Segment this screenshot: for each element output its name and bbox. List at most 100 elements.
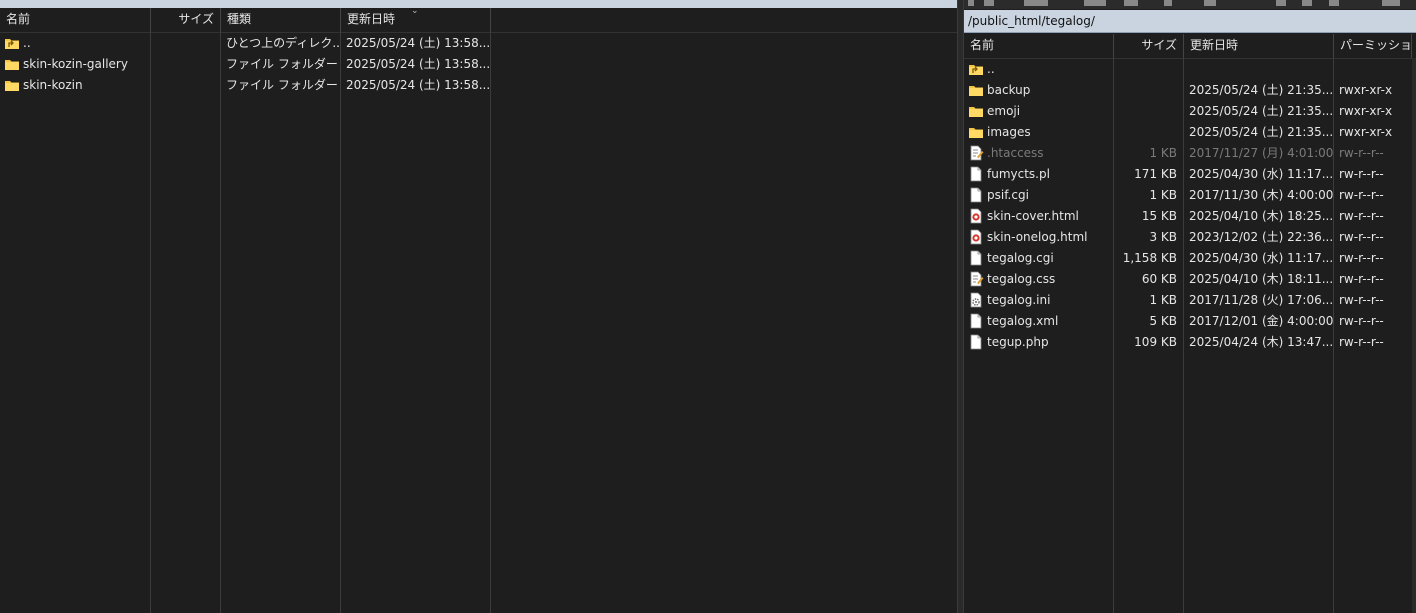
- right-col-modified[interactable]: 更新日時: [1184, 34, 1334, 58]
- right-cell-modified: [1183, 59, 1333, 80]
- right-col-size[interactable]: サイズ: [1114, 34, 1184, 58]
- right-cell-modified: 2025/05/24 (土) 21:35...: [1183, 80, 1333, 101]
- right-size-text: 1,158 KB: [1122, 251, 1177, 265]
- right-name-text: .htaccess: [987, 146, 1044, 160]
- right-cell-size: 1,158 KB: [1113, 248, 1183, 269]
- right-modified-text: 2023/12/02 (土) 22:36...: [1189, 230, 1333, 244]
- left-modified-text: 2025/05/24 (土) 13:58...: [346, 36, 490, 50]
- right-name-text: tegalog.xml: [987, 314, 1059, 328]
- right-cell-name: tegalog.ini: [964, 290, 1113, 311]
- right-cell-name: .htaccess: [964, 143, 1113, 164]
- right-cell-perm: rwxr-xr-x: [1333, 101, 1412, 122]
- right-scrollbar[interactable]: [1412, 58, 1416, 613]
- right-cell-size: 3 KB: [1113, 227, 1183, 248]
- right-cell-modified: 2025/05/24 (土) 21:35...: [1183, 101, 1333, 122]
- right-file-row[interactable]: backup 2025/05/24 (土) 21:35... rwxr-xr-x: [964, 80, 1416, 101]
- right-name-text: images: [987, 125, 1031, 139]
- right-name-text: tegalog.ini: [987, 293, 1051, 307]
- right-file-row[interactable]: psif.cgi 1 KB 2017/11/30 (木) 4:00:00 rw-r--…: [964, 185, 1416, 206]
- right-size-text: 5 KB: [1149, 314, 1177, 328]
- right-cell-name: tegup.php: [964, 332, 1113, 353]
- left-cell-name: skin-kozin: [0, 75, 150, 96]
- right-col-name-label: 名前: [970, 38, 995, 52]
- right-modified-text: 2025/04/24 (木) 13:47...: [1189, 335, 1333, 349]
- parent-folder-icon: [968, 62, 987, 76]
- right-size-text: 15 KB: [1141, 209, 1177, 223]
- right-name-text: psif.cgi: [987, 188, 1029, 202]
- right-cell-name: psif.cgi: [964, 185, 1113, 206]
- left-col-type[interactable]: 種類: [221, 8, 341, 32]
- right-cell-name: ..: [964, 59, 1113, 80]
- folder-icon: [968, 104, 987, 118]
- right-cell-size: 171 KB: [1113, 164, 1183, 185]
- pane-splitter[interactable]: [957, 0, 964, 613]
- left-file-row[interactable]: skin-kozin ファイル フォルダー 2025/05/24 (土) 13:58…: [0, 75, 957, 96]
- remote-path-bar[interactable]: /public_html/tegalog/: [964, 10, 1416, 33]
- right-col-permission[interactable]: パーミッション: [1334, 34, 1412, 58]
- right-perm-text: rw-r--r--: [1339, 188, 1384, 202]
- right-file-row[interactable]: ..: [964, 59, 1416, 80]
- right-perm-text: rw-r--r--: [1339, 230, 1384, 244]
- right-file-row[interactable]: tegup.php 109 KB 2025/04/24 (木) 13:47... rw…: [964, 332, 1416, 353]
- left-column-header: 名前 サイズ 種類 更新日時 ⌄: [0, 8, 957, 33]
- right-name-text: tegup.php: [987, 335, 1049, 349]
- left-cell-name: skin-kozin-gallery: [0, 54, 150, 75]
- right-cell-perm: rw-r--r--: [1333, 311, 1412, 332]
- left-col-name[interactable]: 名前: [0, 8, 151, 32]
- right-modified-text: 2025/04/10 (木) 18:25...: [1189, 209, 1333, 223]
- left-file-row[interactable]: .. ひとつ上のディレク... 2025/05/24 (土) 13:58...: [0, 33, 957, 54]
- right-file-row[interactable]: tegalog.cgi 1,158 KB 2025/04/30 (水) 11:17.…: [964, 248, 1416, 269]
- right-cell-modified: 2025/05/24 (土) 21:35...: [1183, 122, 1333, 143]
- right-file-row[interactable]: images 2025/05/24 (土) 21:35... rwxr-xr-x: [964, 122, 1416, 143]
- left-col-divider: [220, 32, 221, 613]
- left-col-size[interactable]: サイズ: [151, 8, 221, 32]
- left-col-divider: [150, 32, 151, 613]
- right-size-text: 60 KB: [1141, 272, 1177, 286]
- right-cell-name: skin-cover.html: [964, 206, 1113, 227]
- sort-descending-icon: ⌄: [411, 8, 419, 16]
- right-cell-size: [1113, 101, 1183, 122]
- left-type-text: ひとつ上のディレク...: [226, 36, 340, 50]
- right-size-text: 1 KB: [1149, 188, 1177, 202]
- right-file-row[interactable]: skin-onelog.html 3 KB 2023/12/02 (土) 22:36…: [964, 227, 1416, 248]
- right-cell-size: 1 KB: [1113, 143, 1183, 164]
- right-cell-name: images: [964, 122, 1113, 143]
- right-perm-text: rw-r--r--: [1339, 272, 1384, 286]
- right-cell-name: skin-onelog.html: [964, 227, 1113, 248]
- right-file-row[interactable]: tegalog.css 60 KB 2025/04/10 (木) 18:11... r…: [964, 269, 1416, 290]
- right-file-row[interactable]: fumycts.pl 171 KB 2025/04/30 (水) 11:17... r…: [964, 164, 1416, 185]
- right-cell-size: 5 KB: [1113, 311, 1183, 332]
- right-file-row[interactable]: .htaccess 1 KB 2017/11/27 (月) 4:01:00 rw-r-…: [964, 143, 1416, 164]
- right-name-text: emoji: [987, 104, 1021, 118]
- left-type-text: ファイル フォルダー: [226, 57, 338, 71]
- left-cell-modified: 2025/05/24 (土) 13:58...: [340, 33, 490, 54]
- right-cell-modified: 2017/11/30 (木) 4:00:00: [1183, 185, 1333, 206]
- right-size-text: 1 KB: [1149, 293, 1177, 307]
- text-edit-file-icon: [968, 145, 987, 160]
- right-name-text: skin-cover.html: [987, 209, 1079, 223]
- left-cell-type: ひとつ上のディレク...: [220, 33, 340, 54]
- right-file-row[interactable]: skin-cover.html 15 KB 2025/04/10 (木) 18:25…: [964, 206, 1416, 227]
- right-cell-name: emoji: [964, 101, 1113, 122]
- html-file-icon: [968, 208, 987, 223]
- right-name-text: backup: [987, 83, 1031, 97]
- right-cell-perm: rw-r--r--: [1333, 248, 1412, 269]
- right-perm-text: rw-r--r--: [1339, 209, 1384, 223]
- left-cell-size: [150, 33, 220, 54]
- right-col-name[interactable]: 名前 ⌃: [964, 34, 1114, 58]
- file-icon: [968, 166, 987, 181]
- right-cell-perm: rw-r--r--: [1333, 143, 1412, 164]
- right-file-row[interactable]: emoji 2025/05/24 (土) 21:35... rwxr-xr-x: [964, 101, 1416, 122]
- left-name-text: skin-kozin: [23, 78, 83, 92]
- right-file-row[interactable]: tegalog.ini 1 KB 2017/11/28 (火) 17:06... rw…: [964, 290, 1416, 311]
- text-edit-file-icon: [968, 271, 987, 286]
- right-modified-text: 2025/05/24 (土) 21:35...: [1189, 104, 1333, 118]
- left-file-row[interactable]: skin-kozin-gallery ファイル フォルダー 2025/05/24 (…: [0, 54, 957, 75]
- file-icon: [968, 334, 987, 349]
- left-col-modified[interactable]: 更新日時 ⌄: [341, 8, 491, 32]
- right-perm-text: rw-r--r--: [1339, 167, 1384, 181]
- right-file-row[interactable]: tegalog.xml 5 KB 2017/12/01 (金) 4:00:00 rw-…: [964, 311, 1416, 332]
- right-perm-text: rw-r--r--: [1339, 251, 1384, 265]
- right-cell-perm: rwxr-xr-x: [1333, 80, 1412, 101]
- right-perm-text: rwxr-xr-x: [1339, 83, 1393, 97]
